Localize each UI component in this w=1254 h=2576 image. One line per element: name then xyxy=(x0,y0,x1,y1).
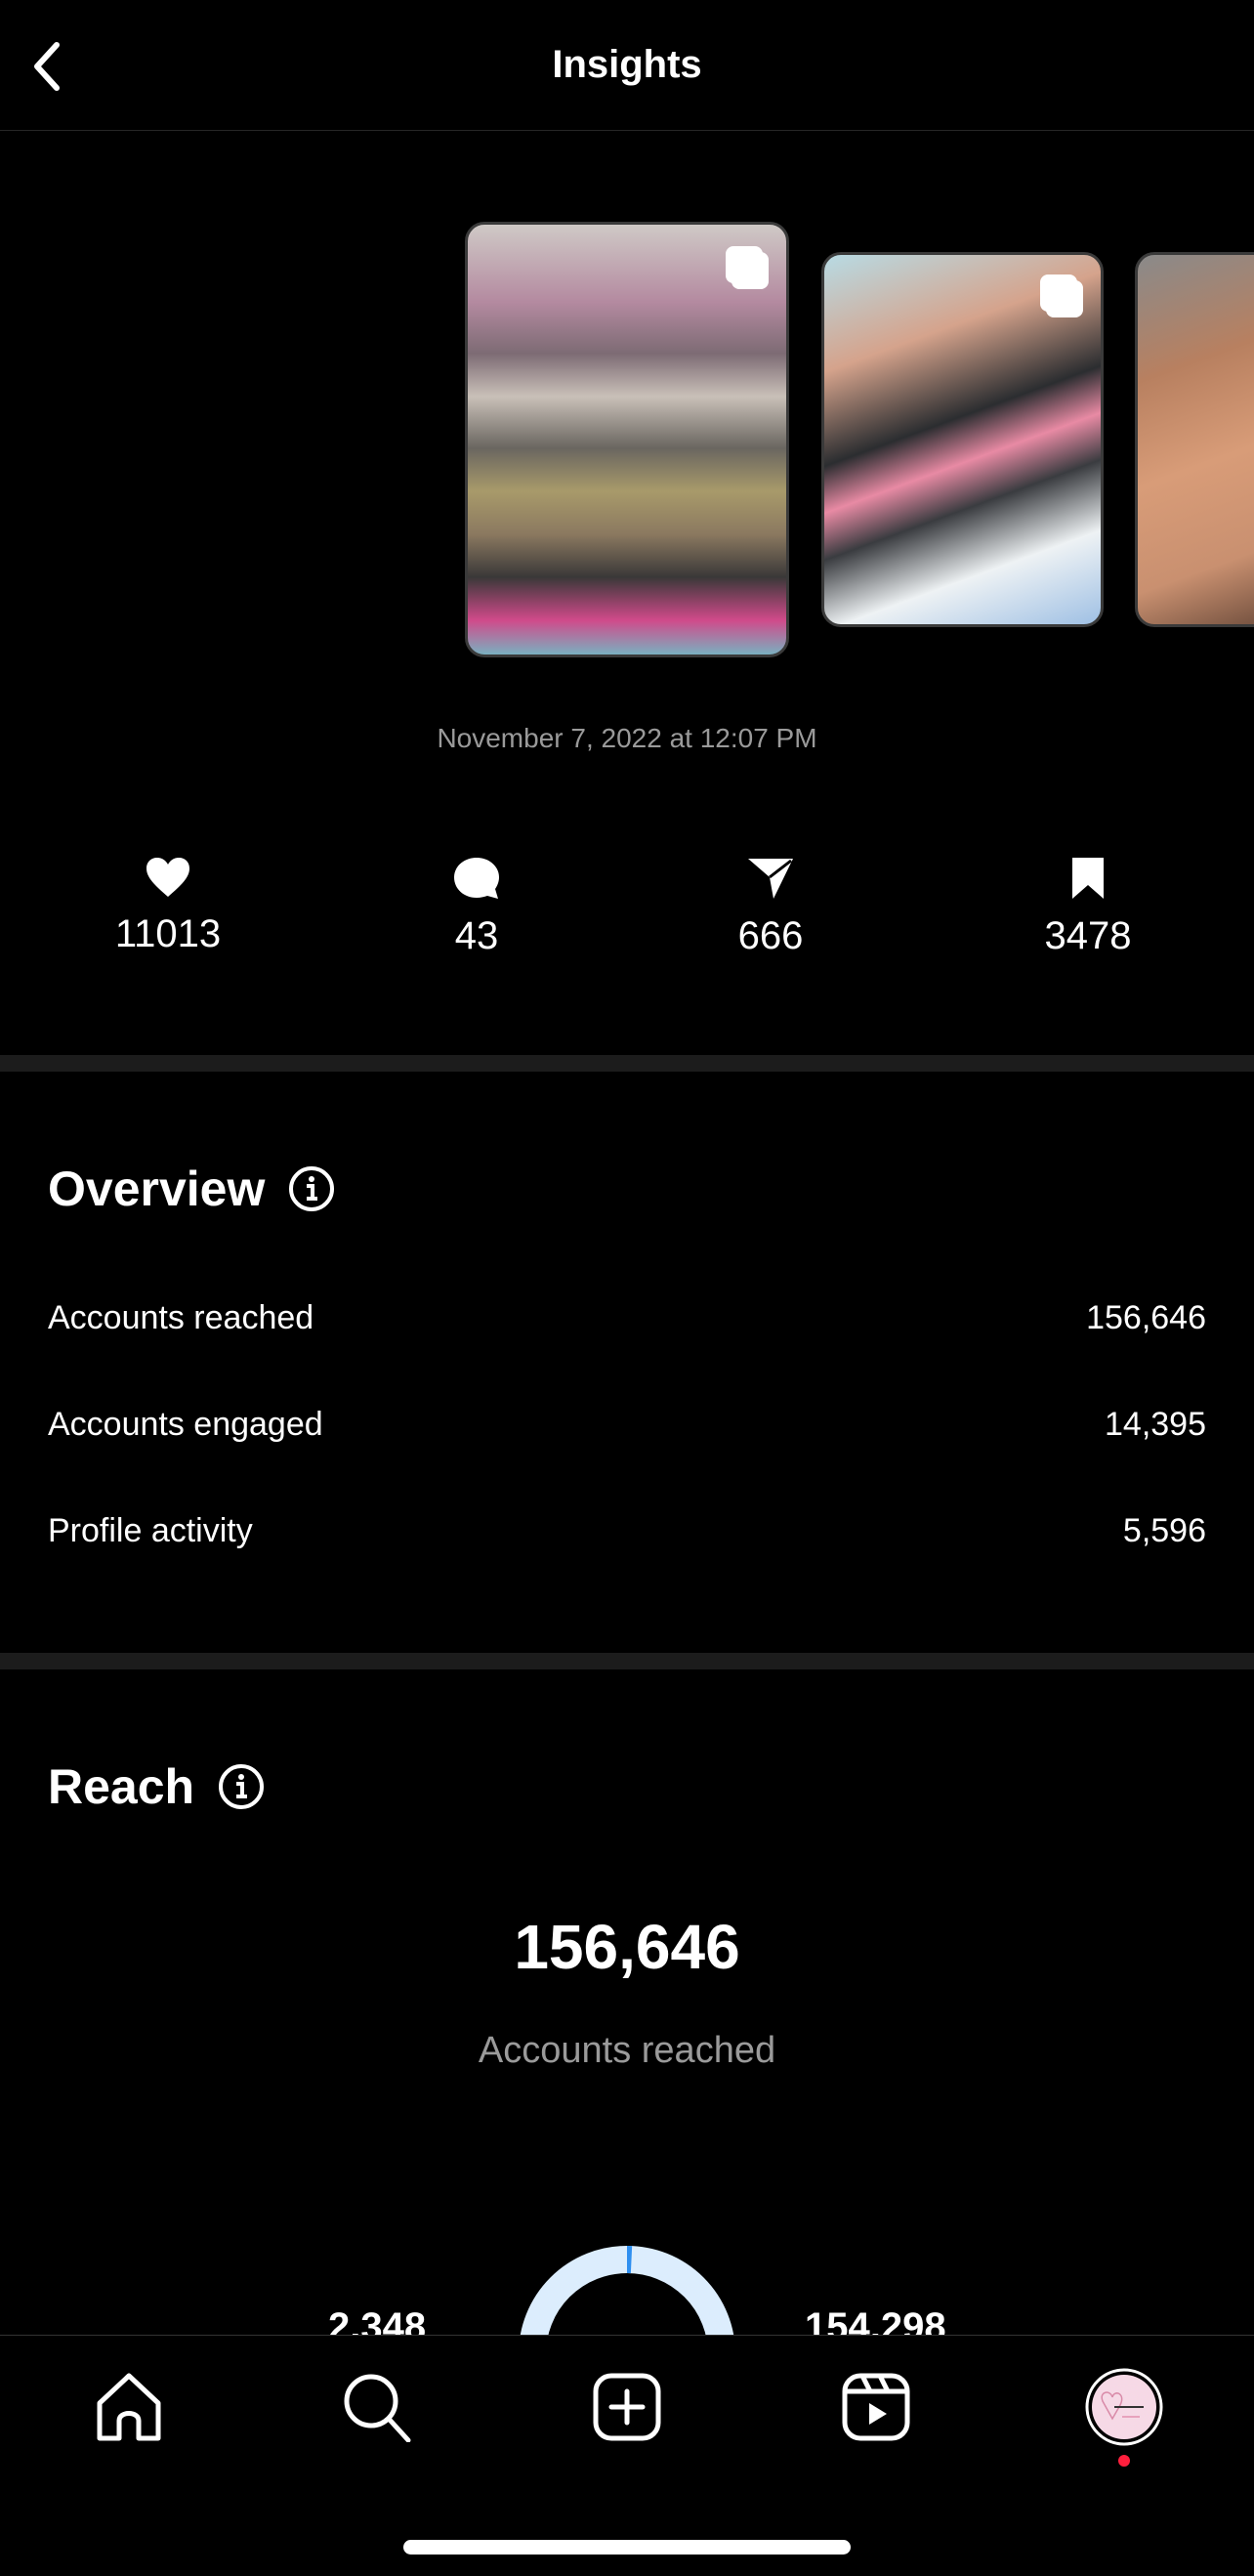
comments-count: 43 xyxy=(454,914,499,957)
heart-icon xyxy=(146,858,189,897)
saves-stat: 3478 xyxy=(981,856,1195,958)
home-icon xyxy=(97,2373,161,2441)
saves-count: 3478 xyxy=(1044,914,1132,957)
search-icon xyxy=(344,2374,411,2443)
info-icon[interactable] xyxy=(288,1165,335,1212)
overview-row-accounts-engaged[interactable]: Accounts engaged 14,395 xyxy=(48,1406,1206,1444)
overview-row-profile-activity[interactable]: Profile activity 5,596 xyxy=(48,1512,1206,1550)
carousel-icon xyxy=(1040,274,1077,312)
shares-count: 666 xyxy=(737,914,804,957)
nav-reels[interactable] xyxy=(841,2372,911,2447)
nav-home[interactable] xyxy=(94,2372,164,2447)
overview-title: Overview xyxy=(48,1161,266,1216)
header-divider xyxy=(0,130,1254,131)
home-indicator xyxy=(403,2540,851,2555)
create-icon xyxy=(593,2373,661,2441)
likes-stat: 11013 xyxy=(61,856,275,956)
comments-stat: 43 xyxy=(369,856,584,958)
nav-profile[interactable] xyxy=(1085,2366,1163,2453)
profile-avatar xyxy=(1085,2368,1163,2446)
comment-icon xyxy=(454,858,499,899)
nav-search[interactable] xyxy=(342,2372,412,2447)
post-thumbnail-2[interactable] xyxy=(821,252,1104,627)
section-divider xyxy=(0,1653,1254,1669)
reels-icon xyxy=(842,2373,910,2441)
carousel-icon xyxy=(726,246,763,283)
row-value: 14,395 xyxy=(1105,1406,1206,1443)
overview-row-accounts-reached[interactable]: Accounts reached 156,646 xyxy=(48,1299,1206,1337)
post-thumbnail-3[interactable] xyxy=(1135,252,1254,627)
nav-create[interactable] xyxy=(592,2372,662,2447)
page-title: Insights xyxy=(552,43,702,86)
post-thumbnail-1[interactable] xyxy=(465,222,789,657)
notification-dot xyxy=(1118,2455,1130,2467)
row-label: Accounts engaged xyxy=(48,1406,323,1443)
row-value: 5,596 xyxy=(1122,1512,1206,1549)
row-value: 156,646 xyxy=(1086,1299,1206,1336)
reach-header: Reach xyxy=(48,1758,265,1815)
post-date: November 7, 2022 at 12:07 PM xyxy=(437,723,817,753)
reach-total-label: Accounts reached xyxy=(478,2030,776,2071)
share-icon xyxy=(748,859,793,899)
bookmark-icon xyxy=(1072,858,1104,899)
info-icon[interactable] xyxy=(218,1763,265,1810)
row-label: Accounts reached xyxy=(48,1299,314,1336)
overview-header: Overview xyxy=(48,1161,335,1217)
reach-total: 156,646 xyxy=(514,1912,740,1982)
section-divider xyxy=(0,1055,1254,1072)
row-label: Profile activity xyxy=(48,1512,253,1549)
reach-title: Reach xyxy=(48,1759,195,1814)
likes-count: 11013 xyxy=(114,912,222,955)
shares-stat: 666 xyxy=(663,856,878,958)
